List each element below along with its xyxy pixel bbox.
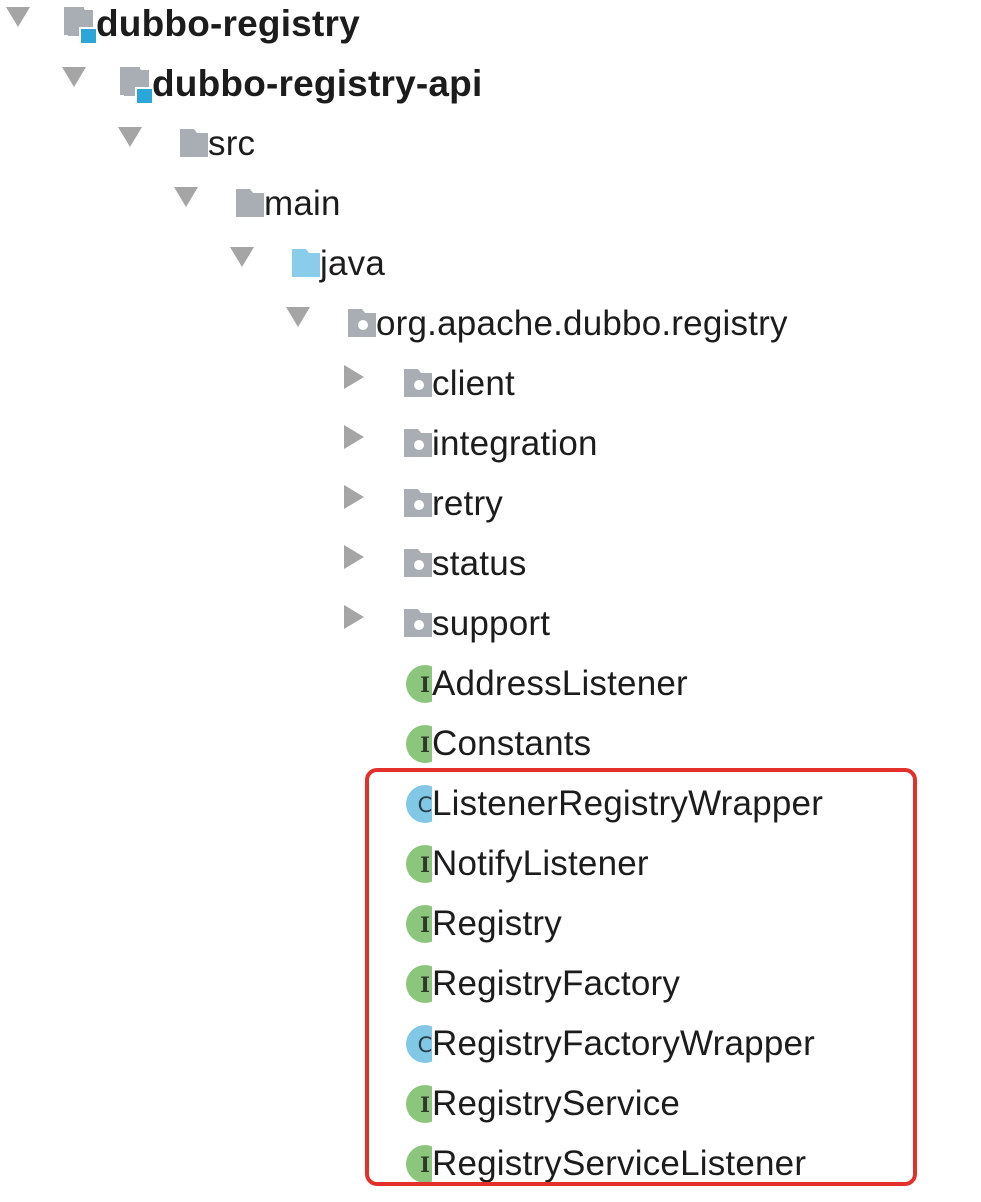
folder-icon xyxy=(152,114,208,174)
tree-node-retry[interactable]: retry xyxy=(336,474,503,534)
tree-node-address-listener[interactable]: I AddressListener xyxy=(336,654,688,714)
highlight-box xyxy=(365,768,917,1186)
folder-icon xyxy=(208,174,264,234)
tree-node-constants[interactable]: I Constants xyxy=(336,714,591,774)
tree-node-label: support xyxy=(432,604,551,643)
tree-node-dubbo-registry[interactable]: dubbo-registry xyxy=(0,0,360,54)
expand-arrow-right-icon[interactable] xyxy=(336,474,376,534)
tree-node-label: main xyxy=(264,184,341,223)
package-icon xyxy=(376,474,432,534)
tree-node-label: java xyxy=(320,244,386,283)
expand-arrow-down-icon[interactable] xyxy=(56,54,96,114)
package-icon xyxy=(376,594,432,654)
expand-arrow-right-icon[interactable] xyxy=(336,534,376,594)
tree-node-java[interactable]: java xyxy=(224,234,385,294)
source-root-folder-icon xyxy=(264,234,320,294)
expand-arrow-right-icon[interactable] xyxy=(336,594,376,654)
package-icon xyxy=(376,414,432,474)
tree-node-label: client xyxy=(432,364,515,403)
tree-node-label: dubbo-registry xyxy=(96,3,360,44)
expand-arrow-down-icon[interactable] xyxy=(280,294,320,354)
tree-node-label: dubbo-registry-api xyxy=(152,63,483,104)
package-icon xyxy=(376,354,432,414)
package-icon xyxy=(320,294,376,354)
expand-arrow-right-icon[interactable] xyxy=(336,414,376,474)
tree-node-support[interactable]: support xyxy=(336,594,550,654)
tree-node-dubbo-registry-api[interactable]: dubbo-registry-api xyxy=(56,54,482,114)
tree-node-src[interactable]: src xyxy=(112,114,255,174)
project-tree: dubbo-registry dubbo-registry-api src ma… xyxy=(0,0,981,1202)
module-folder-icon xyxy=(96,54,152,114)
svg-text:I: I xyxy=(420,672,430,697)
expand-arrow-down-icon[interactable] xyxy=(112,114,152,174)
interface-icon: I xyxy=(376,654,432,714)
tree-node-label: integration xyxy=(432,424,598,463)
tree-node-label: status xyxy=(432,544,527,583)
tree-node-status[interactable]: status xyxy=(336,534,527,594)
svg-text:I: I xyxy=(420,732,430,757)
interface-icon: I xyxy=(376,714,432,774)
tree-node-label: Constants xyxy=(432,724,592,763)
expand-arrow-down-icon[interactable] xyxy=(168,174,208,234)
tree-node-main[interactable]: main xyxy=(168,174,341,234)
tree-node-label: retry xyxy=(432,484,503,523)
expand-arrow-right-icon[interactable] xyxy=(336,354,376,414)
module-folder-icon xyxy=(40,0,96,54)
tree-node-label: AddressListener xyxy=(432,664,688,703)
tree-node-integration[interactable]: integration xyxy=(336,414,598,474)
tree-node-package-root[interactable]: org.apache.dubbo.registry xyxy=(280,294,788,354)
expand-arrow-down-icon[interactable] xyxy=(224,234,264,294)
tree-node-client[interactable]: client xyxy=(336,354,515,414)
tree-node-label: src xyxy=(208,124,256,163)
package-icon xyxy=(376,534,432,594)
tree-node-label: org.apache.dubbo.registry xyxy=(376,304,788,343)
expand-arrow-down-icon[interactable] xyxy=(0,0,40,54)
